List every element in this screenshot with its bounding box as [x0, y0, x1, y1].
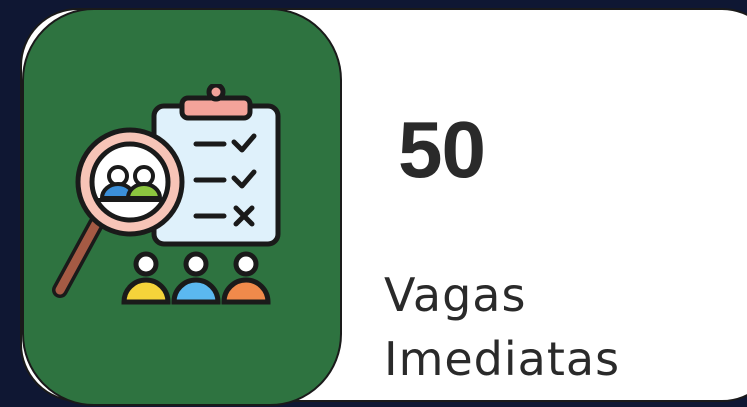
magnifier-icon — [52, 127, 185, 298]
vacancy-label-line2: Imediatas — [384, 332, 621, 386]
candidates-icon — [121, 251, 271, 305]
vacancy-label-line1: Vagas — [384, 268, 527, 322]
recruitment-search-icon — [52, 84, 281, 305]
vacancy-count: 50 — [398, 105, 486, 194]
